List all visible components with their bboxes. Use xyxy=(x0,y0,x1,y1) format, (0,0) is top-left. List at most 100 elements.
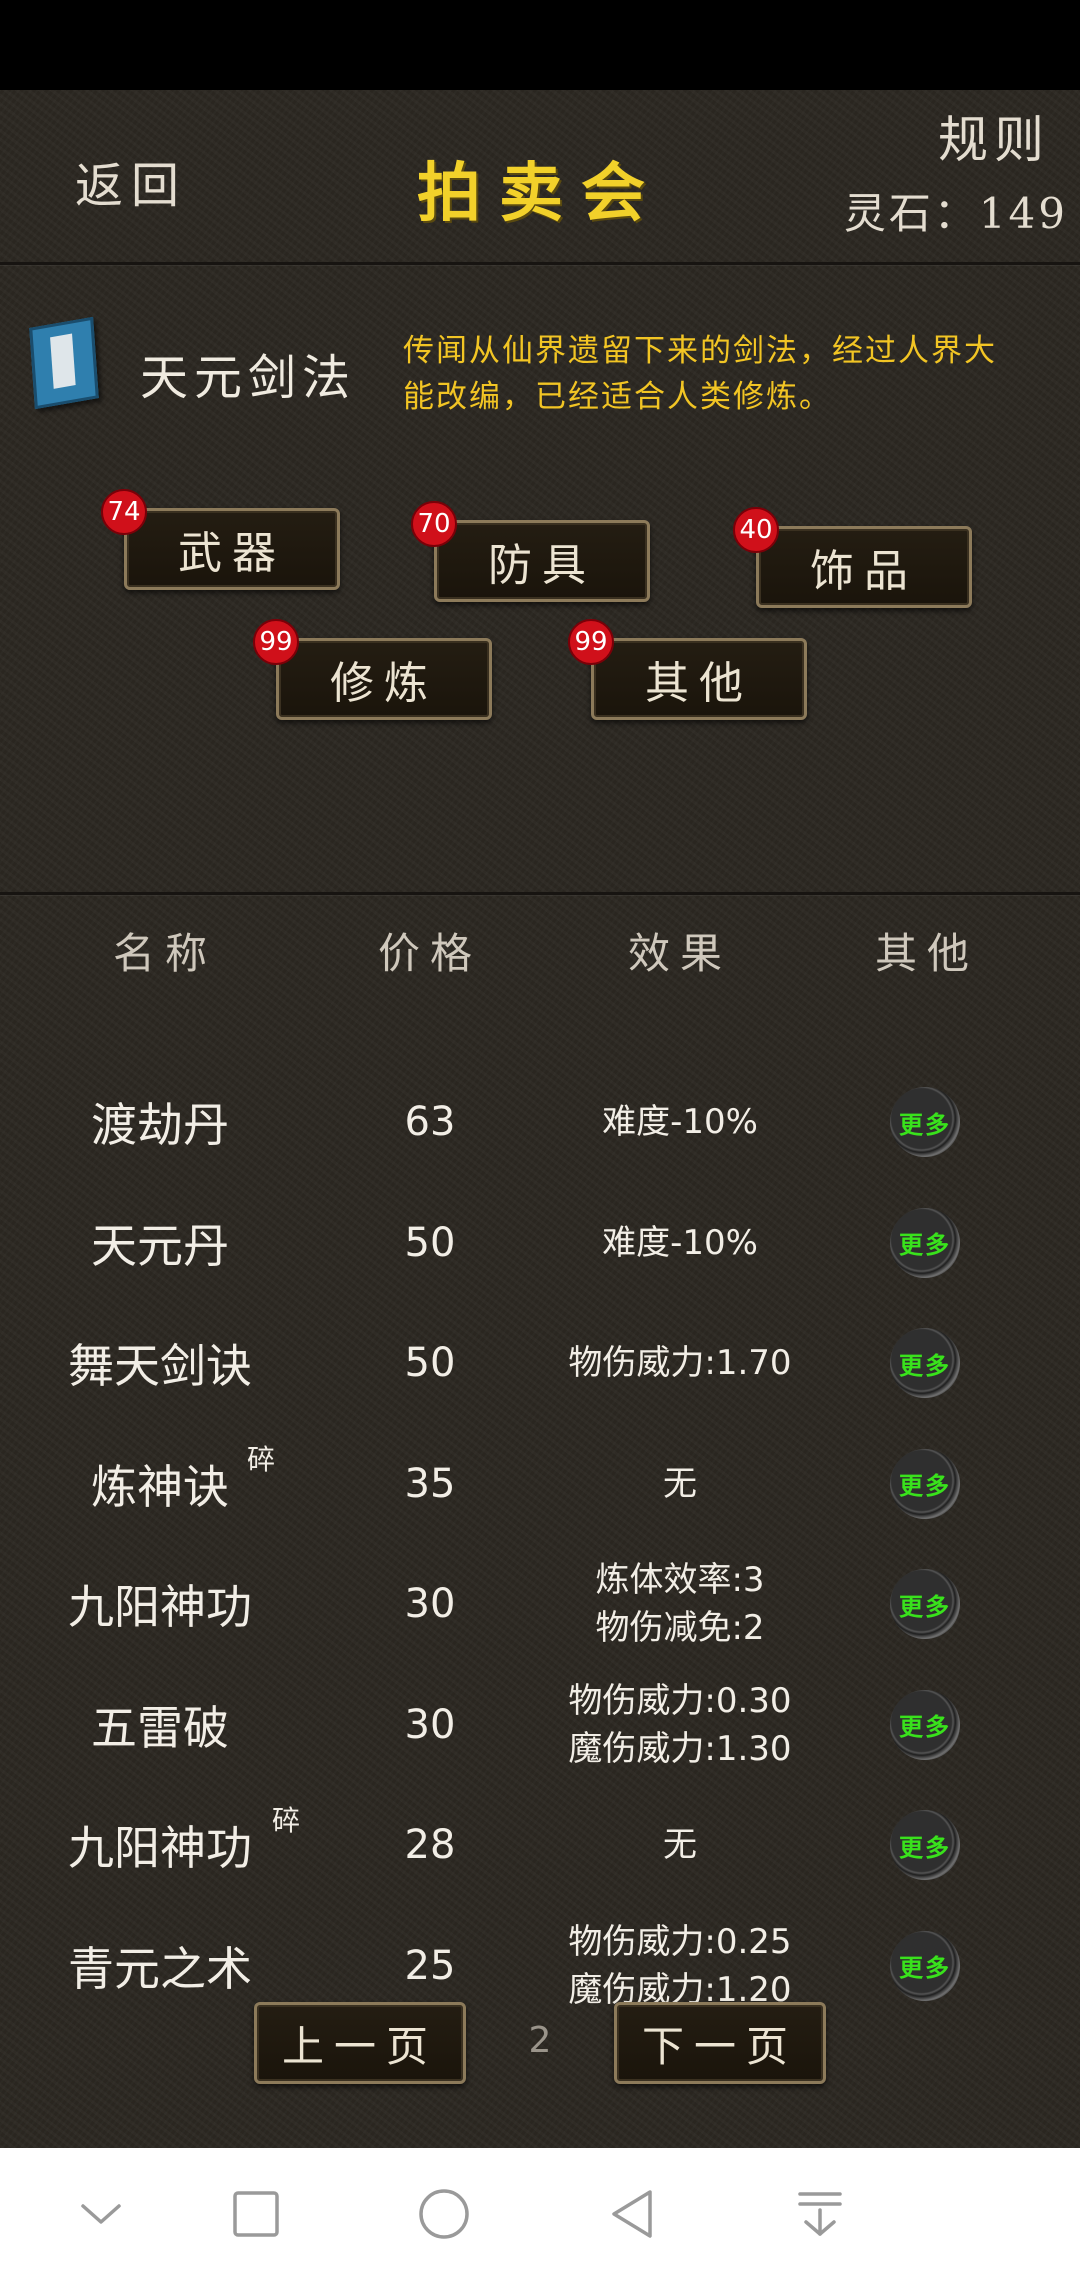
category-other-count-badge: 99 xyxy=(568,619,614,665)
item-name-text: 九阳神功 xyxy=(68,1580,252,1634)
item-effect: 无 xyxy=(520,1785,840,1905)
chevron-down-icon[interactable] xyxy=(71,2184,131,2244)
more-button[interactable]: 更多 xyxy=(890,1689,960,1760)
more-cell: 更多 xyxy=(870,1665,980,1785)
item-name: 天元丹 xyxy=(40,1183,280,1303)
item-name-text: 炼神诀 xyxy=(91,1459,229,1514)
item-effect: 炼体效率:3 物伤减免:2 xyxy=(520,1544,840,1664)
rules-button[interactable]: 规则 xyxy=(938,100,1050,172)
item-name: 舞天剑诀 xyxy=(40,1303,280,1423)
item-name: 青元之术 xyxy=(40,1906,280,2026)
more-cell: 更多 xyxy=(870,1424,980,1544)
more-button[interactable]: 更多 xyxy=(890,1087,960,1157)
item-price: 50 xyxy=(404,1219,456,1266)
column-header-price: 价格 xyxy=(377,929,482,978)
item-effect: 无 xyxy=(520,1424,840,1544)
featured-item-name: 天元剑法 xyxy=(140,350,357,406)
effect-line-1: 无 xyxy=(663,1825,697,1865)
category-label: 修炼 xyxy=(330,658,438,709)
item-price: 35 xyxy=(404,1460,456,1507)
pull-down-icon[interactable] xyxy=(790,2184,850,2244)
item-price: 30 xyxy=(404,1701,456,1748)
table-row: 九阳神功 28 无 更多 碎 xyxy=(0,1785,1080,1905)
category-label: 饰品 xyxy=(810,546,918,597)
effect-line-1: 难度-10% xyxy=(602,1222,758,1263)
category-accessory-button[interactable]: 饰品 xyxy=(756,526,972,608)
category-label: 武器 xyxy=(178,528,286,579)
table-row: 渡劫丹 63 难度-10% 更多 xyxy=(0,1062,1080,1182)
more-cell: 更多 xyxy=(870,1062,980,1182)
column-header-effect: 效果 xyxy=(627,929,732,978)
item-name-text: 渡劫丹 xyxy=(91,1098,229,1152)
table-row: 天元丹 50 难度-10% 更多 xyxy=(0,1183,1080,1303)
column-header-other: 其他 xyxy=(874,929,979,978)
item-name: 五雷破 xyxy=(40,1665,280,1785)
featured-item-description: 传闻从仙界遗留下来的剑法，经过人界大能改编，已经适合人类修炼。 xyxy=(403,333,997,415)
item-name: 九阳神功 xyxy=(40,1785,280,1905)
item-price: 30 xyxy=(404,1581,456,1627)
next-page-button[interactable]: 下一页 xyxy=(614,2002,826,2084)
more-cell: 更多 xyxy=(870,1303,980,1423)
book-icon xyxy=(29,316,99,410)
category-weapon-button[interactable]: 武器 xyxy=(124,508,340,590)
category-armor-count-badge: 70 xyxy=(411,501,457,547)
effect-line-1: 物伤威力:0.25 xyxy=(568,1921,792,1962)
effect-line-1: 无 xyxy=(663,1463,697,1504)
item-name-text: 青元之术 xyxy=(68,1941,252,1996)
item-name: 九阳神功 xyxy=(40,1544,280,1664)
system-nav-bar xyxy=(0,2148,1080,2280)
table-row: 炼神诀 35 无 更多 碎 xyxy=(0,1424,1080,1544)
column-header-name: 名称 xyxy=(112,929,217,978)
category-label: 防具 xyxy=(488,540,596,591)
more-button[interactable]: 更多 xyxy=(890,1569,960,1639)
section-divider xyxy=(0,892,1080,895)
status-bar xyxy=(0,0,1080,90)
more-button[interactable]: 更多 xyxy=(890,1207,960,1278)
effect-line-1: 物伤威力:1.70 xyxy=(568,1343,792,1383)
more-cell: 更多 xyxy=(870,1544,980,1664)
effect-line-1: 炼体效率:3 xyxy=(595,1560,765,1600)
item-name-text: 五雷破 xyxy=(91,1700,229,1755)
prev-page-button[interactable]: 上一页 xyxy=(254,2002,466,2084)
more-button[interactable]: 更多 xyxy=(890,1448,960,1519)
effect-line-1: 物伤威力:0.30 xyxy=(568,1680,792,1721)
category-armor-button[interactable]: 防具 xyxy=(434,520,650,602)
item-price: 50 xyxy=(404,1340,456,1386)
item-effect: 难度-10% xyxy=(520,1062,840,1182)
item-effect: 难度-10% xyxy=(520,1183,840,1303)
category-cultivation-count-badge: 99 xyxy=(253,619,299,665)
page-number: 2 xyxy=(528,2020,552,2061)
item-name-text: 舞天剑诀 xyxy=(68,1339,252,1393)
effect-line-1: 难度-10% xyxy=(602,1102,758,1142)
category-accessory-count-badge: 40 xyxy=(733,507,779,553)
effect-line-2: 物伤减免:2 xyxy=(595,1608,765,1648)
fragment-mark: 碎 xyxy=(247,1442,276,1476)
item-price: 63 xyxy=(404,1099,456,1145)
more-button[interactable]: 更多 xyxy=(890,1328,960,1398)
more-cell: 更多 xyxy=(870,1785,980,1905)
auction-screen: 返回 拍卖会 规则 灵石：149 天元剑法 传闻从仙界遗留下来的剑法，经过人界大… xyxy=(0,90,1080,2148)
table-row: 五雷破 30 物伤威力:0.30 魔伤威力:1.30 更多 xyxy=(0,1665,1080,1785)
spirit-stones-balance: 灵石：149 xyxy=(843,189,1068,238)
item-effect: 物伤威力:0.30 魔伤威力:1.30 xyxy=(520,1665,840,1785)
square-icon[interactable] xyxy=(226,2184,286,2244)
more-cell: 更多 xyxy=(870,1183,980,1303)
category-label: 其他 xyxy=(645,658,753,709)
category-weapon-count-badge: 74 xyxy=(101,489,147,535)
table-row: 九阳神功 30 炼体效率:3 物伤减免:2 更多 xyxy=(0,1544,1080,1664)
back-triangle-icon[interactable] xyxy=(602,2184,662,2244)
circle-icon[interactable] xyxy=(414,2184,474,2244)
more-button[interactable]: 更多 xyxy=(890,1810,960,1880)
table-row: 舞天剑诀 50 物伤威力:1.70 更多 xyxy=(0,1303,1080,1423)
item-name: 渡劫丹 xyxy=(40,1062,280,1182)
header-divider xyxy=(0,262,1080,265)
category-other-button[interactable]: 其他 xyxy=(591,638,807,720)
item-name: 炼神诀 xyxy=(40,1424,280,1544)
fragment-mark: 碎 xyxy=(272,1804,301,1837)
more-button[interactable]: 更多 xyxy=(890,1930,960,2001)
item-effect: 物伤威力:1.70 xyxy=(520,1303,840,1423)
effect-line-2: 魔伤威力:1.30 xyxy=(568,1728,792,1769)
item-price: 28 xyxy=(404,1822,456,1868)
table-row: 青元之术 25 物伤威力:0.25 魔伤威力:1.20 更多 xyxy=(0,1906,1080,2026)
category-cultivation-button[interactable]: 修炼 xyxy=(276,638,492,720)
